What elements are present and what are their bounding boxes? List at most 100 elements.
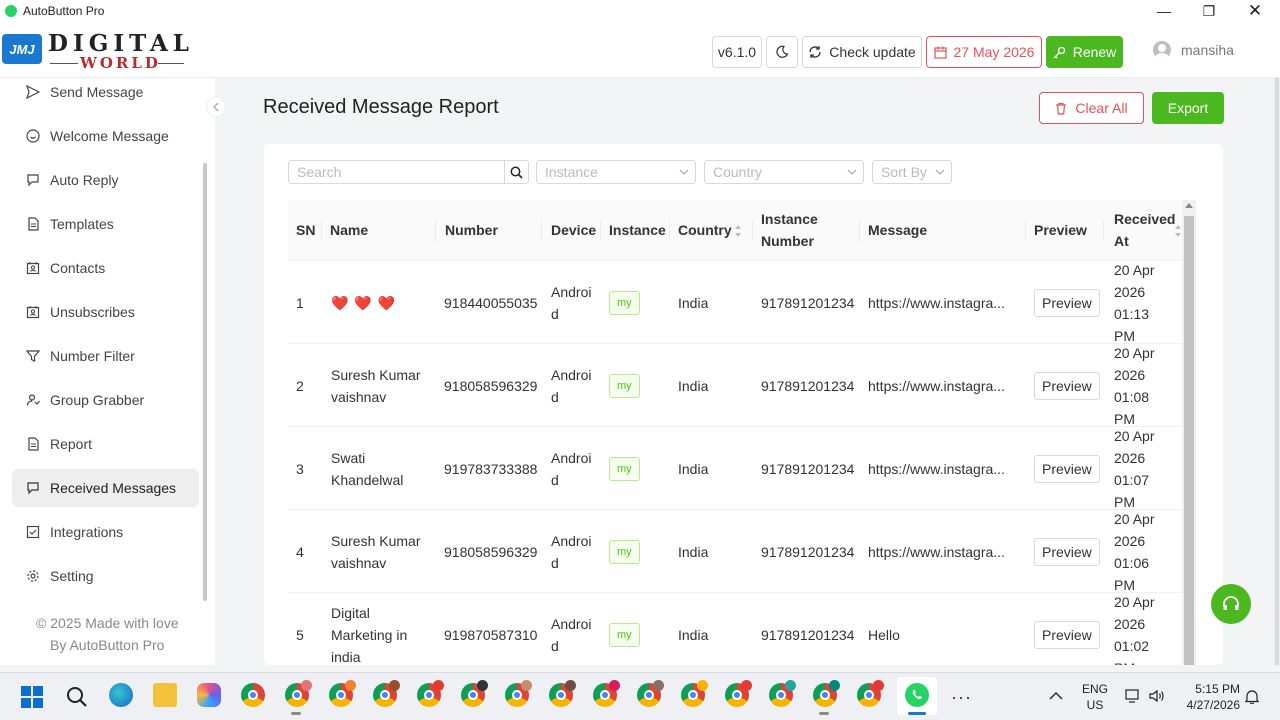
sidebar-item-auto-reply[interactable]: Auto Reply [12,161,199,199]
sidebar-item-label: Unsubscribes [50,304,135,320]
preview-button[interactable]: Preview [1034,454,1100,483]
sidebar-item-welcome-message[interactable]: Welcome Message [12,117,199,155]
chrome-profile-icon[interactable] [505,680,532,707]
chrome-profile-icon[interactable] [549,680,576,707]
chrome-profile-icon[interactable] [725,680,752,707]
network-icon[interactable] [1125,689,1141,703]
language-indicator[interactable]: ENG US [1080,681,1110,713]
country-select[interactable]: Country [704,160,864,184]
sidebar-item-group-grabber[interactable]: Group Grabber [12,381,199,419]
chevron-up-icon[interactable] [1049,691,1063,701]
cell-device: Androi d [551,427,591,510]
search-button[interactable] [504,160,529,184]
profile-badge [389,680,400,691]
send-icon [26,85,40,99]
sidebar-item-send-message[interactable]: Send Message [12,73,199,111]
cell-device: Androi d [551,261,591,344]
sidebar-item-setting[interactable]: Setting [12,557,199,595]
notification-bell-icon[interactable] [1245,689,1259,704]
file-icon [28,437,39,451]
chrome-profile-icon[interactable] [461,680,488,707]
cell-country: India [678,543,709,560]
search-icon[interactable] [66,686,88,708]
col-instance: Instance [609,222,666,238]
export-button[interactable]: Export [1152,92,1224,124]
user-menu[interactable]: mansiha [1153,41,1234,59]
collapse-sidebar-button[interactable] [206,97,226,117]
instance-tag: my [609,539,640,564]
table-scroll-thumb[interactable] [1184,216,1194,665]
table-scrollbar[interactable] [1182,200,1196,665]
chrome-profile-icon[interactable] [637,680,664,707]
sidebar-item-unsubscribes[interactable]: Unsubscribes [12,293,199,331]
chrome-profile-icon[interactable] [681,680,708,707]
instance-select[interactable]: Instance [536,160,696,184]
sidebar-item-integrations[interactable]: Integrations [12,513,199,551]
window-scroll-thumb[interactable] [1275,78,1279,665]
cell-number: 919870587310 [444,626,538,643]
chrome-profile-icon[interactable] [373,680,400,707]
check-update-button[interactable]: Check update [802,36,922,68]
version-button[interactable]: v6.1.0 [712,36,762,68]
search-input[interactable]: Search [288,160,505,184]
col-divider [435,220,436,242]
running-indicator [291,712,301,715]
chrome-profile-icon[interactable] [329,680,356,707]
sidebar-item-contacts[interactable]: Contacts [12,249,199,287]
preview-button[interactable]: Preview [1034,620,1100,649]
clock[interactable]: 5:15 PM 4/27/2026 [1176,681,1240,713]
col-country[interactable]: Country [678,219,732,241]
minimize-button[interactable]: — [1141,0,1187,22]
scroll-up-arrow[interactable] [1185,203,1193,208]
cell-name: Digital Marketing in india [331,593,407,665]
chrome-profile-icon[interactable] [813,680,840,707]
sort-icon[interactable] [734,224,742,238]
renew-button[interactable]: Renew [1046,36,1123,68]
cell-instance: my [609,510,640,593]
file-explorer-icon[interactable] [153,683,177,707]
preview-button[interactable]: Preview [1034,371,1100,400]
profile-badge [697,680,708,691]
name-line: Suresh Kumar [331,366,421,383]
volume-icon[interactable] [1149,689,1165,703]
copilot-icon[interactable] [197,683,221,707]
active-indicator [908,712,926,715]
name-line: vaishnav [331,388,387,405]
sort-icon[interactable] [1174,224,1182,238]
sort-by-select[interactable]: Sort By [872,160,952,184]
name-line: india [331,648,361,665]
cell-message: Hello [868,626,900,643]
preview-button[interactable]: Preview [1034,288,1100,317]
whatsapp-icon[interactable] [905,683,929,707]
profile-badge [301,680,312,691]
cell-preview: Preview [1034,510,1100,593]
close-button[interactable]: ✕ [1232,0,1278,22]
logo: JMJ DIGITAL WORLD [0,30,190,72]
sidebar-item-templates[interactable]: Templates [12,205,199,243]
theme-toggle-button[interactable] [766,36,798,68]
more-apps-icon[interactable]: ··· [951,687,972,708]
cell-instance-number: 917891201234 [761,626,855,643]
chrome-profile-icon[interactable] [285,680,312,707]
chrome-profile-icon[interactable] [417,680,444,707]
chrome-profile-icon[interactable] [769,680,796,707]
sidebar-item-number-filter[interactable]: Number Filter [12,337,199,375]
sidebar-scrollbar[interactable] [203,163,207,601]
window-scrollbar[interactable] [1274,78,1280,665]
cell-country: India [678,626,709,643]
expiry-date-button[interactable]: 27 May 2026 [926,36,1042,68]
maximize-button[interactable]: ❐ [1186,0,1232,22]
support-button[interactable] [1211,584,1251,624]
col-number: Number [445,222,498,238]
clear-all-button[interactable]: Clear All [1039,92,1144,124]
chrome-profile-icon[interactable] [857,680,884,707]
device-line: Androi [551,449,592,466]
chrome-icon[interactable] [241,683,265,707]
chrome-profile-icon[interactable] [593,680,620,707]
logo-line2: WORLD [80,54,161,72]
edge-icon[interactable] [109,683,133,707]
sidebar-item-received-messages[interactable]: Received Messages [12,469,199,507]
windows-start-icon[interactable] [21,686,43,708]
preview-button[interactable]: Preview [1034,537,1100,566]
sidebar-item-report[interactable]: Report [12,425,199,463]
